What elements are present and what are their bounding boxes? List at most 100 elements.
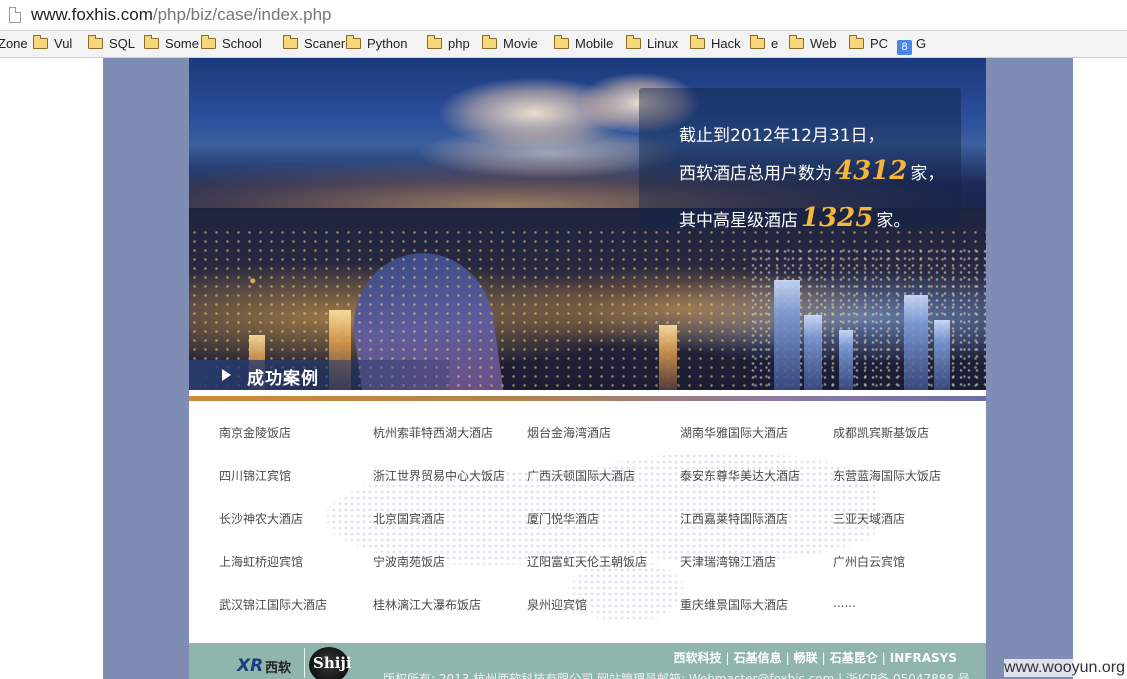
stats-star-suffix: 家。 — [876, 211, 911, 231]
folder-icon — [346, 35, 361, 49]
folder-icon — [88, 35, 103, 49]
bookmark-school[interactable]: School — [201, 35, 262, 54]
footer-separator: | — [725, 651, 730, 665]
folder-icon — [690, 35, 705, 49]
bookmark-hack[interactable]: Hack — [690, 35, 741, 54]
folder-icon — [201, 35, 216, 49]
hotel-link[interactable]: 辽阳富虹天伦王朝饭店 — [527, 553, 647, 570]
hotel-link[interactable]: 宁波南苑饭店 — [373, 553, 445, 570]
hotel-link[interactable]: 武汉锦江国际大酒店 — [219, 596, 327, 613]
hotel-link[interactable]: 厦门悦华酒店 — [527, 510, 599, 527]
folder-icon — [427, 35, 442, 49]
footer-separator: | — [881, 651, 886, 665]
footer-separator: | — [821, 651, 826, 665]
hotel-link[interactable]: 广州白云宾馆 — [833, 553, 905, 570]
bookmark-label: Movie — [503, 36, 538, 51]
bookmark-label: e — [771, 36, 779, 51]
bookmark-vul[interactable]: Vul — [33, 35, 73, 54]
footer-separator: | — [785, 651, 790, 665]
hotel-link[interactable]: 泰安东尊华美达大酒店 — [680, 467, 800, 484]
footer-link[interactable]: 石基信息 — [734, 651, 782, 665]
bookmark-label: Python — [367, 36, 408, 51]
bookmark-e[interactable]: e — [750, 35, 779, 54]
bookmark-label: Linux — [647, 36, 679, 51]
hotel-link[interactable]: 成都凯宾斯基饭店 — [833, 424, 929, 441]
url-host: www.foxhis.com — [31, 5, 153, 24]
footer-link[interactable]: 石基昆仑 — [830, 651, 878, 665]
folder-icon — [144, 35, 159, 49]
building — [934, 320, 950, 390]
footer-link[interactable]: 畅联 — [794, 651, 818, 665]
bookmark-label: PC — [870, 36, 889, 51]
url-text[interactable]: www.foxhis.com/php/biz/case/index.php — [31, 5, 332, 25]
divider-stripe — [189, 396, 986, 401]
folder-icon — [283, 35, 298, 49]
hotel-link[interactable]: 长沙神农大酒店 — [219, 510, 303, 527]
hotel-link[interactable]: 东营蓝海国际大饭店 — [833, 467, 941, 484]
stats-date-line: 截止到2012年12月31日， — [679, 126, 885, 146]
hotel-link[interactable]: 江西嘉莱特国际酒店 — [680, 510, 788, 527]
bookmark-python[interactable]: Python — [346, 35, 408, 54]
bookmark-label: Mobile — [575, 36, 614, 51]
address-bar[interactable]: www.foxhis.com/php/biz/case/index.php — [0, 0, 1127, 31]
bookmark-label: School — [222, 36, 262, 51]
hotel-link[interactable]: 泉州迎宾馆 — [527, 596, 587, 613]
bookmark-movie[interactable]: Movie — [482, 35, 538, 54]
stats-total-number: 4312 — [835, 156, 908, 186]
footer-links: 西软科技 | 石基信息 | 畅联 | 石基昆仑 | INFRASYS — [674, 649, 957, 666]
bookmark-web[interactable]: Web — [789, 35, 837, 54]
hotel-link[interactable]: 三亚天域酒店 — [833, 510, 905, 527]
hotel-link[interactable]: 四川锦江宾馆 — [219, 467, 291, 484]
bookmark-label: php — [448, 36, 470, 51]
hotel-link[interactable]: 烟台金海湾酒店 — [527, 424, 611, 441]
hotel-link[interactable]: 杭州索菲特西湖大酒店 — [373, 424, 493, 441]
bookmark-label: G — [916, 36, 927, 51]
shiji-logo-text: Shiji — [313, 654, 352, 672]
page-icon — [9, 7, 21, 23]
folder-icon — [789, 35, 804, 49]
folder-icon — [482, 35, 497, 49]
bookmark-zone[interactable]: Zone — [0, 36, 28, 54]
google-icon: 8 — [897, 40, 912, 55]
bookmark-label: Vul — [54, 36, 73, 51]
bookmark-php[interactable]: php — [427, 35, 470, 54]
footer-link[interactable]: 西软科技 — [674, 651, 722, 665]
hotel-link[interactable]: 重庆维景国际大酒店 — [680, 596, 788, 613]
bookmark-linux[interactable]: Linux — [626, 35, 679, 54]
bookmark-label: Zone — [0, 36, 28, 51]
stats-star-line: 其中高星级酒店 1325 家。 — [679, 203, 910, 233]
stats-star-number: 1325 — [801, 203, 874, 233]
more-hotels-link[interactable]: ...... — [833, 596, 856, 610]
building — [904, 295, 928, 390]
folder-icon — [750, 35, 765, 49]
folder-icon — [554, 35, 569, 49]
hotel-link[interactable]: 浙江世界贸易中心大饭店 — [373, 467, 505, 484]
hotel-link[interactable]: 桂林漓江大瀑布饭店 — [373, 596, 481, 613]
bookmark-label: SQL — [109, 36, 136, 51]
building — [804, 315, 822, 390]
section-title: 成功案例 — [247, 369, 319, 389]
bookmark-g[interactable]: 8G — [897, 36, 927, 55]
hotel-link[interactable]: 广西沃顿国际大酒店 — [527, 467, 635, 484]
hotel-link[interactable]: 南京金陵饭店 — [219, 424, 291, 441]
bookmark-sql[interactable]: SQL — [88, 35, 136, 54]
bookmark-label: Hack — [711, 36, 741, 51]
play-arrow-icon — [222, 369, 231, 381]
hotel-link[interactable]: 天津瑞湾锦江酒店 — [680, 553, 776, 570]
logo-divider — [304, 648, 305, 678]
hotel-link[interactable]: 湖南华雅国际大酒店 — [680, 424, 788, 441]
bookmark-some[interactable]: Some — [144, 35, 199, 54]
banner-image: 截止到2012年12月31日， 西软酒店总用户数为 4312 家， 其中高星级酒店 1… — [189, 58, 986, 390]
stats-total-suffix: 家， — [910, 164, 945, 184]
footer-link[interactable]: INFRASYS — [890, 651, 957, 665]
bookmarks-bar: Zone Vul SQL Some School Scaner Python php Movie… — [0, 31, 1127, 58]
stats-total-label: 西软酒店总用户数为 — [679, 164, 832, 184]
shiji-logo[interactable]: Shiji — [309, 647, 352, 679]
hotel-link[interactable]: 北京国宾酒店 — [373, 510, 445, 527]
westsoft-logo[interactable]: XR 西软 — [237, 656, 301, 676]
hotel-link[interactable]: 上海虹桥迎宾馆 — [219, 553, 303, 570]
bookmark-scaner[interactable]: Scaner — [283, 35, 345, 54]
folder-icon — [33, 35, 48, 49]
bookmark-mobile[interactable]: Mobile — [554, 35, 614, 54]
bookmark-pc[interactable]: PC — [849, 35, 889, 54]
